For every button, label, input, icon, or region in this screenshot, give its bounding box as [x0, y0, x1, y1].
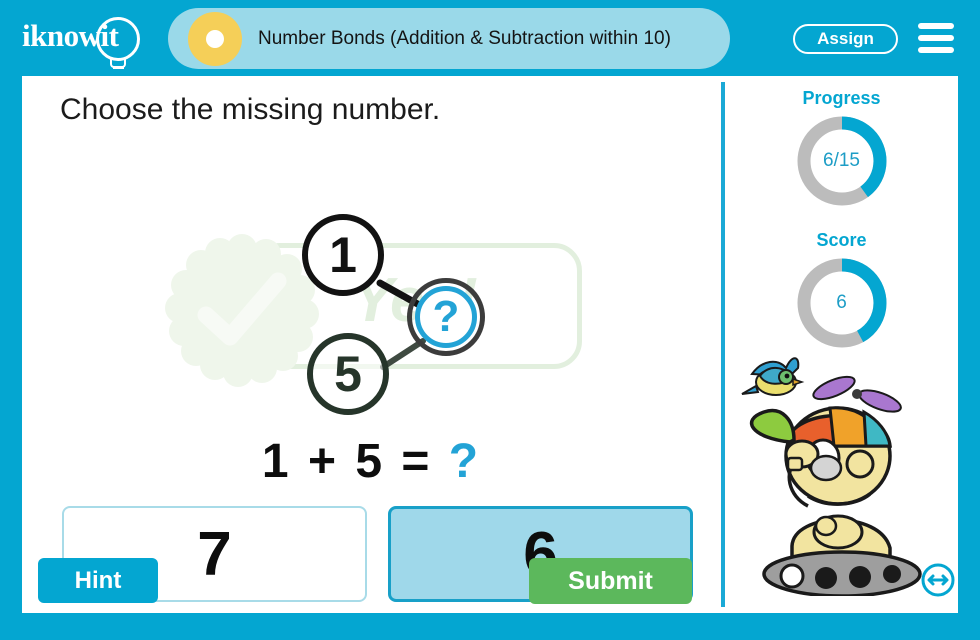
resize-horizontal-icon[interactable]	[921, 563, 955, 597]
hamburger-menu-icon[interactable]	[918, 23, 954, 53]
menu-line	[918, 47, 954, 53]
assign-button[interactable]: Assign	[793, 24, 898, 54]
header-bar: iknowit Number Bonds (Addition & Subtrac…	[0, 0, 980, 76]
lightbulb-base-line-icon	[113, 66, 124, 69]
bond-connector-lines	[376, 279, 427, 370]
content-card: Choose the missing number. Yes! 1 5 ? 1 …	[22, 76, 958, 613]
bond-node-whole-value: ?	[415, 286, 477, 348]
score-gauge: Score 6	[725, 230, 958, 351]
robot-mascot-icon	[741, 357, 922, 596]
hint-button[interactable]: Hint	[38, 558, 158, 603]
menu-line	[918, 23, 954, 29]
question-panel: Choose the missing number. Yes! 1 5 ? 1 …	[22, 76, 721, 613]
app-window: iknowit Number Bonds (Addition & Subtrac…	[0, 0, 980, 640]
bird-icon	[741, 357, 805, 396]
score-donut: 6	[794, 255, 890, 351]
question-prompt: Choose the missing number.	[60, 93, 441, 126]
lesson-title: Number Bonds (Addition & Subtraction wit…	[258, 27, 671, 49]
submit-button[interactable]: Submit	[529, 558, 692, 604]
progress-donut: 6/15	[794, 113, 890, 209]
equation-right: 5	[355, 435, 386, 488]
equation-left: 1	[261, 435, 292, 488]
lightbulb-icon	[96, 17, 140, 61]
menu-line	[918, 35, 954, 41]
score-value: 6	[836, 292, 847, 313]
bond-node-whole: ?	[407, 278, 485, 356]
number-bond-diagram: 1 5 ?	[247, 201, 547, 431]
lesson-title-banner: Number Bonds (Addition & Subtraction wit…	[168, 8, 730, 69]
equation-row: 1 + 5 = ?	[22, 434, 721, 489]
bond-node-part-a: 1	[302, 214, 384, 296]
iknowit-logo[interactable]: iknowit	[22, 14, 162, 69]
progress-value: 6/15	[823, 150, 860, 171]
equation-result: ?	[448, 435, 482, 488]
bond-node-part-b: 5	[307, 333, 389, 415]
status-sidebar: Progress 6/15 Score 6	[725, 76, 958, 613]
progress-label: Progress	[802, 88, 881, 108]
equation-operator: +	[307, 435, 339, 488]
progress-gauge: Progress 6/15	[725, 88, 958, 209]
lesson-dot-icon	[188, 11, 242, 66]
score-label: Score	[816, 230, 867, 250]
equation-equals: =	[401, 435, 433, 488]
lesson-dot-inner-icon	[206, 29, 224, 48]
